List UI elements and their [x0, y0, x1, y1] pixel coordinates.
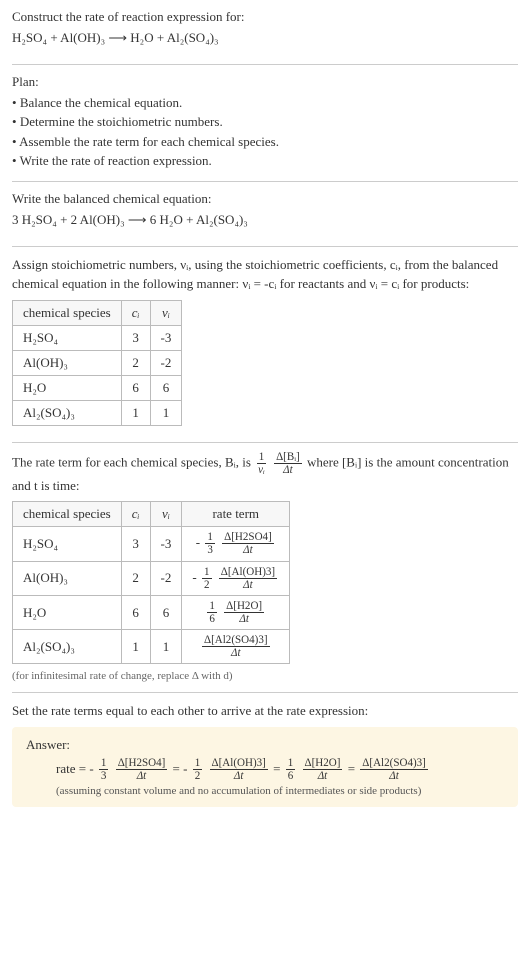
balanced-section: Write the balanced chemical equation: 3 …: [12, 190, 518, 242]
stoich-section: Assign stoichiometric numbers, νᵢ, using…: [12, 255, 518, 438]
prompt-equation: H₂SO₄ + Al(OH)₃ ⟶ H₂O + Al₂(SO₄)₃: [12, 28, 518, 48]
stoich-table: chemical species cᵢ νᵢ H₂SO₄ 3 -3 Al(OH)…: [12, 300, 182, 426]
cell-species: Al(OH)₃: [13, 350, 122, 375]
table-row: H₂O 6 6 16 Δ[H2O]Δt: [13, 595, 290, 629]
plan-item: Write the rate of reaction expression.: [12, 151, 518, 171]
balanced-equation: 3 H₂SO₄ + 2 Al(OH)₃ ⟶ 6 H₂O + Al₂(SO₄)₃: [12, 210, 518, 230]
answer-box: Answer: rate = - 13 Δ[H2SO4]Δt = - 12 Δ[…: [12, 727, 518, 807]
frac-1-over-vi: 1 νᵢ: [256, 451, 267, 476]
cell-vi: 1: [150, 630, 182, 664]
divider: [12, 692, 518, 693]
cell-ci: 2: [121, 561, 150, 595]
rateterm-note: (for infinitesimal rate of change, repla…: [12, 670, 518, 682]
th-species: chemical species: [13, 300, 122, 325]
answer-assumption: (assuming constant volume and no accumul…: [26, 785, 504, 797]
cell-species: H₂O: [13, 595, 122, 629]
table-row: Al₂(SO₄)₃ 1 1 Δ[Al2(SO4)3]Δt: [13, 630, 290, 664]
rateterm-section: The rate term for each chemical species,…: [12, 451, 518, 689]
cell-species: H₂O: [13, 375, 122, 400]
cell-rate: Δ[Al2(SO4)3]Δt: [182, 630, 290, 664]
cell-ci: 2: [121, 350, 150, 375]
th-ci: cᵢ: [121, 300, 150, 325]
cell-species: Al₂(SO₄)₃: [13, 630, 122, 664]
plan-item: Assemble the rate term for each chemical…: [12, 132, 518, 152]
cell-vi: 1: [150, 400, 182, 425]
plan-title: Plan:: [12, 73, 518, 91]
th-rate: rate term: [182, 502, 290, 527]
cell-vi: -2: [150, 350, 182, 375]
divider: [12, 246, 518, 247]
balanced-title: Write the balanced chemical equation:: [12, 190, 518, 208]
rate-prefix: rate =: [56, 761, 89, 776]
divider: [12, 181, 518, 182]
answer-label: Answer:: [26, 737, 504, 753]
final-intro: Set the rate terms equal to each other t…: [12, 701, 518, 721]
table-row: Al(OH)₃ 2 -2: [13, 350, 182, 375]
cell-rate: 16 Δ[H2O]Δt: [182, 595, 290, 629]
cell-species: Al(OH)₃: [13, 561, 122, 595]
prompt-text: Construct the rate of reaction expressio…: [12, 8, 518, 26]
plan-item: Balance the chemical equation.: [12, 93, 518, 113]
prompt-section: Construct the rate of reaction expressio…: [12, 8, 518, 60]
cell-ci: 1: [121, 400, 150, 425]
divider: [12, 64, 518, 65]
cell-species: H₂SO₄: [13, 325, 122, 350]
plan-item: Determine the stoichiometric numbers.: [12, 112, 518, 132]
final-section: Set the rate terms equal to each other t…: [12, 701, 518, 812]
table-row: H₂SO₄ 3 -3: [13, 325, 182, 350]
cell-rate: - 13 Δ[H2SO4]Δt: [182, 527, 290, 561]
cell-vi: -2: [150, 561, 182, 595]
stoich-intro: Assign stoichiometric numbers, νᵢ, using…: [12, 255, 518, 294]
table-row: Al(OH)₃ 2 -2 - 12 Δ[Al(OH)3]Δt: [13, 561, 290, 595]
cell-species: Al₂(SO₄)₃: [13, 400, 122, 425]
table-row: Al₂(SO₄)₃ 1 1: [13, 400, 182, 425]
cell-vi: 6: [150, 375, 182, 400]
cell-vi: 6: [150, 595, 182, 629]
rateterm-table: chemical species cᵢ νᵢ rate term H₂SO₄ 3…: [12, 501, 290, 664]
table-header-row: chemical species cᵢ νᵢ: [13, 300, 182, 325]
rate-expression: rate = - 13 Δ[H2SO4]Δt = - 12 Δ[Al(OH)3]…: [26, 757, 504, 783]
frac-dBi-dt: Δ[Bᵢ] Δt: [274, 451, 302, 476]
cell-species: H₂SO₄: [13, 527, 122, 561]
cell-ci: 6: [121, 375, 150, 400]
th-vi: νᵢ: [150, 502, 182, 527]
cell-vi: -3: [150, 527, 182, 561]
rateterm-intro: The rate term for each chemical species,…: [12, 451, 518, 496]
th-vi: νᵢ: [150, 300, 182, 325]
th-ci: cᵢ: [121, 502, 150, 527]
cell-ci: 1: [121, 630, 150, 664]
cell-rate: - 12 Δ[Al(OH)3]Δt: [182, 561, 290, 595]
cell-ci: 3: [121, 325, 150, 350]
rateterm-intro-pre: The rate term for each chemical species,…: [12, 454, 254, 469]
cell-vi: -3: [150, 325, 182, 350]
plan-section: Plan: Balance the chemical equation. Det…: [12, 73, 518, 177]
table-row: H₂SO₄ 3 -3 - 13 Δ[H2SO4]Δt: [13, 527, 290, 561]
cell-ci: 6: [121, 595, 150, 629]
divider: [12, 442, 518, 443]
cell-ci: 3: [121, 527, 150, 561]
table-header-row: chemical species cᵢ νᵢ rate term: [13, 502, 290, 527]
plan-list: Balance the chemical equation. Determine…: [12, 93, 518, 171]
th-species: chemical species: [13, 502, 122, 527]
table-row: H₂O 6 6: [13, 375, 182, 400]
